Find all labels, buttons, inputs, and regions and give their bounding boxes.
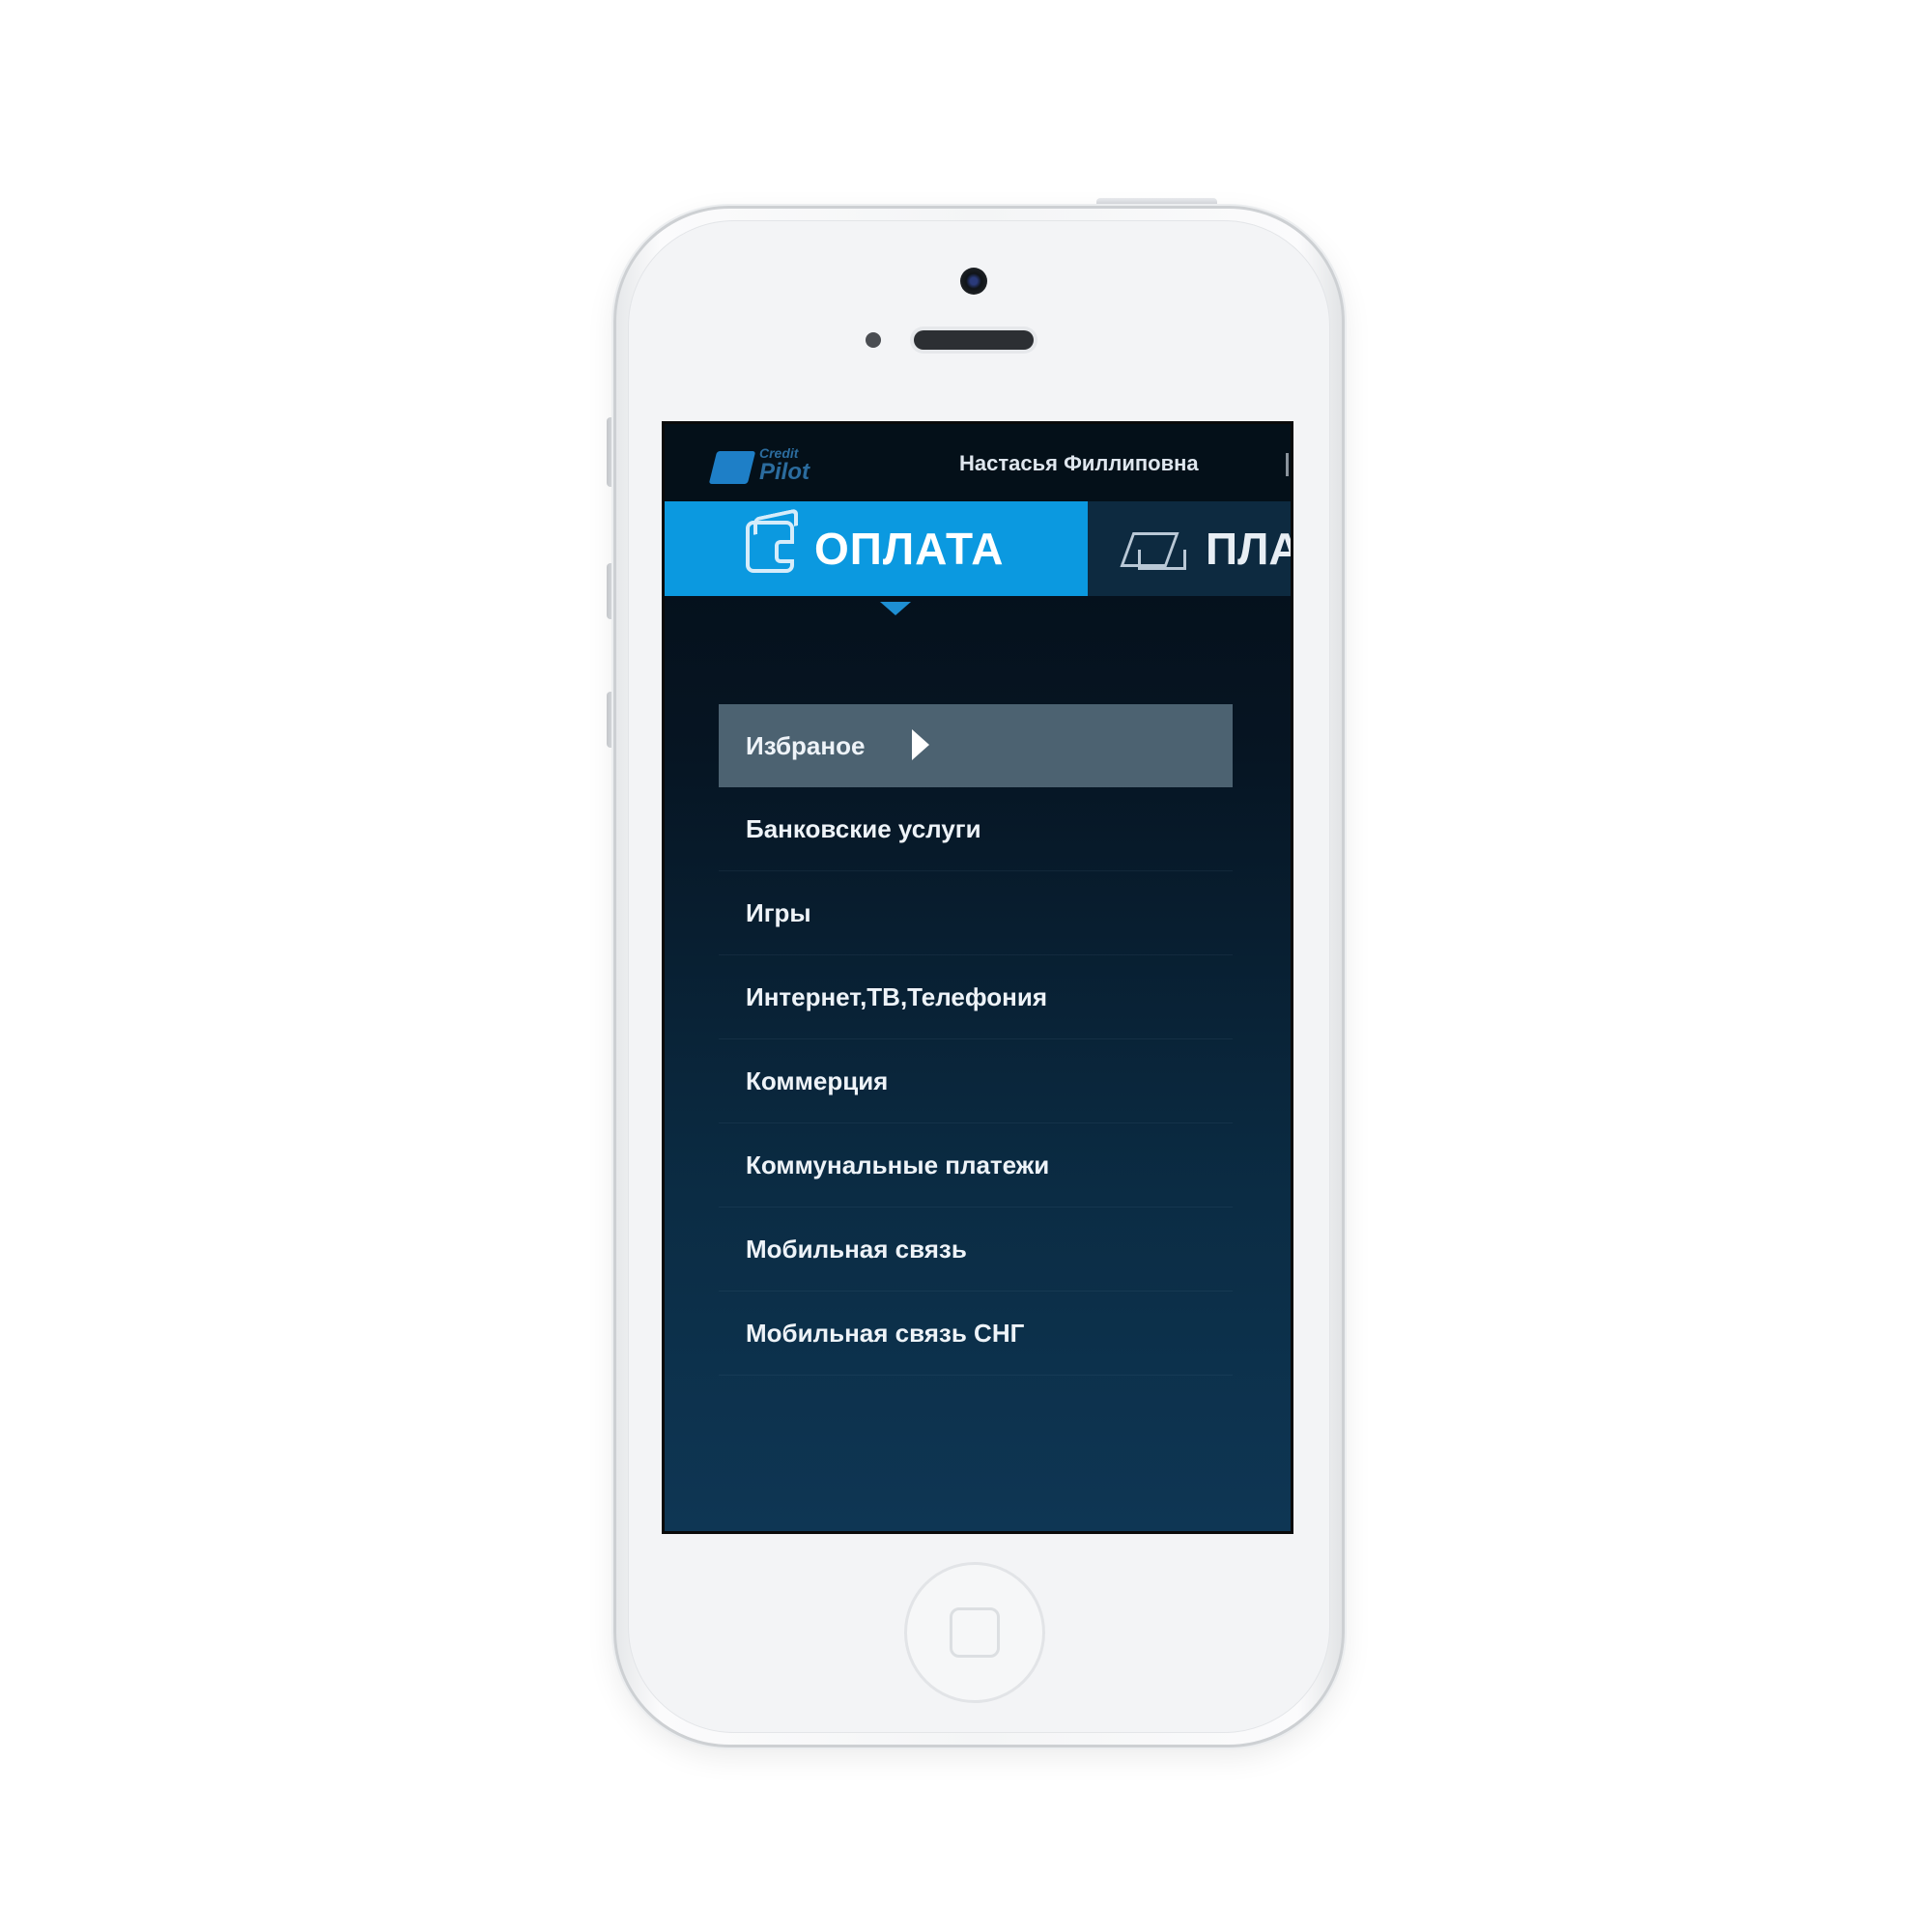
- list-item-banking[interactable]: Банковские услуги: [719, 787, 1233, 871]
- app-header: Credit Pilot Настасья Филлиповна: [665, 424, 1291, 501]
- header-divider: [1286, 453, 1289, 476]
- list-item-label: Коммерция: [746, 1066, 889, 1095]
- list-item-utilities[interactable]: Коммунальные платежи: [719, 1123, 1233, 1208]
- home-button[interactable]: [904, 1562, 1045, 1703]
- list-item-mobile-cis[interactable]: Мобильная связь СНГ: [719, 1292, 1233, 1376]
- front-camera-icon: [960, 268, 987, 295]
- credit-pilot-logo[interactable]: Credit Pilot: [708, 445, 819, 490]
- list-item-label: Избраное: [746, 731, 866, 760]
- list-item-commerce[interactable]: Коммерция: [719, 1039, 1233, 1123]
- chevron-right-icon: [912, 729, 929, 760]
- category-list: Избраное Банковские услуги Игры Интернет…: [719, 704, 1233, 1376]
- tab-payment-label: ОПЛАТА: [814, 524, 1005, 574]
- list-item-label: Банковские услуги: [746, 814, 981, 843]
- tab-payments-list[interactable]: ПЛА: [1088, 501, 1293, 596]
- earpiece-speaker: [914, 330, 1034, 350]
- app-screen: Credit Pilot Настасья Филлиповна ОПЛАТА …: [662, 421, 1293, 1534]
- user-name[interactable]: Настасья Филлиповна: [959, 451, 1199, 476]
- document-tray-icon: [1117, 521, 1186, 575]
- list-item-label: Коммунальные платежи: [746, 1151, 1050, 1179]
- list-item-label: Игры: [746, 898, 811, 927]
- list-item-label: Мобильная связь: [746, 1235, 967, 1264]
- proximity-sensor: [866, 332, 881, 348]
- list-item-label: Интернет,ТВ,Телефония: [746, 982, 1047, 1011]
- home-square-icon: [950, 1607, 1000, 1658]
- main-tabs: ОПЛАТА ПЛА: [665, 501, 1291, 596]
- list-item-mobile[interactable]: Мобильная связь: [719, 1208, 1233, 1292]
- wallet-icon: [746, 521, 794, 573]
- list-item-games[interactable]: Игры: [719, 871, 1233, 955]
- list-item-favorites[interactable]: Избраное: [719, 704, 1233, 787]
- list-item-internet-tv-phone[interactable]: Интернет,ТВ,Телефония: [719, 955, 1233, 1039]
- logo-text-line2: Pilot: [759, 459, 810, 485]
- tab-payment[interactable]: ОПЛАТА: [665, 501, 1088, 596]
- list-item-label: Мобильная связь СНГ: [746, 1319, 1025, 1348]
- logo-mark-icon: [708, 451, 756, 484]
- tab-payments-list-label: ПЛА: [1206, 524, 1293, 574]
- active-tab-indicator: [880, 602, 911, 615]
